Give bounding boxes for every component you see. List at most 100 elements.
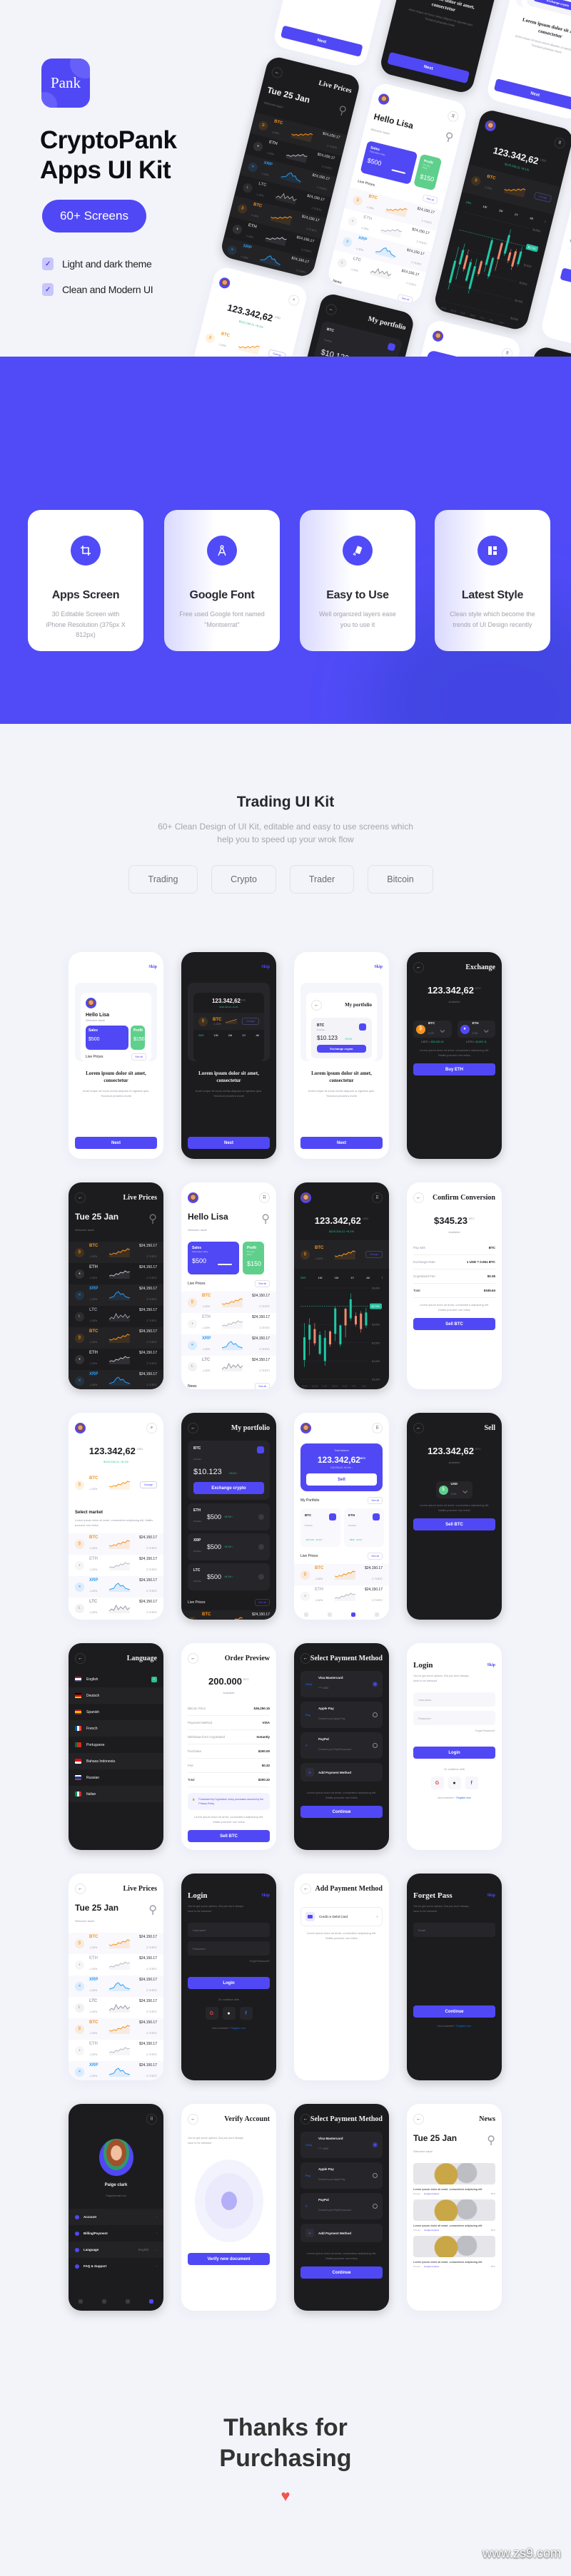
add-payment-method[interactable]: + Add Payment Method <box>300 2224 383 2242</box>
see-all-link[interactable]: See all <box>255 1280 270 1287</box>
sales-card[interactable]: Sales Total sales today $500 <box>188 1242 239 1274</box>
primary-button[interactable]: Sell BTC <box>413 1318 495 1330</box>
portfolio-row[interactable]: ETH Portfolio $500 +8.1% ↑ <box>188 1503 270 1530</box>
payment-option[interactable]: VISA Visa Mastercard **** 4569 <box>300 2132 383 2158</box>
skip-link[interactable]: Skip <box>261 1893 270 1898</box>
wallet-box[interactable]: ₿ BTC 0.00 ⌄ <box>413 1021 452 1038</box>
register-link[interactable]: Register now <box>456 2025 470 2028</box>
wallet-box[interactable]: ♦ ETH 0.00 ⌄ <box>457 1021 495 1038</box>
home-icon[interactable] <box>78 2299 83 2304</box>
portfolio-row[interactable]: LTC Portfolio $500 +8.1% ↑ <box>188 1563 270 1590</box>
coin-row[interactable]: ♦ ETH -1.32% $24,150.17 2.73 BTC <box>69 1263 163 1284</box>
coin-row[interactable]: ₿BTC-1.32%$24,150.172.73 BTC <box>69 1533 163 1555</box>
chart-tab[interactable]: 1Y <box>514 213 518 217</box>
coin-row[interactable]: Ł LTC -1.32% $24,150.17 2.73 BTC <box>69 1598 163 1619</box>
back-button[interactable]: ← <box>413 1422 424 1433</box>
language-item[interactable]: Portuguese <box>69 1737 163 1753</box>
home-icon[interactable] <box>303 1612 308 1617</box>
skip-link[interactable]: Skip <box>487 1893 495 1898</box>
chart-tab[interactable]: 1Y <box>350 1276 354 1279</box>
chart-tab[interactable]: All <box>530 216 534 220</box>
settings-icon[interactable]: ⫶ <box>545 220 546 223</box>
radio-button[interactable] <box>373 1682 378 1687</box>
wallet-icon[interactable] <box>101 2299 106 2304</box>
back-button[interactable]: ← <box>325 302 338 316</box>
see-all-link[interactable]: See all <box>255 1383 270 1389</box>
filter-icon[interactable]: ⚲ <box>148 1903 157 1917</box>
radio-button[interactable] <box>373 2204 378 2209</box>
skip-link[interactable]: Skip <box>148 965 157 969</box>
payment-option[interactable]: P PayPal Connect your PayPal account <box>300 2193 383 2219</box>
chart-tab[interactable]: 1M <box>498 208 503 213</box>
news-item[interactable]: Lorem ipsum dolor sit amet, consectetur … <box>413 2199 495 2232</box>
coin-row[interactable]: Ł LTC -1.32% $24,150.17 2.73 BTC <box>69 1306 163 1327</box>
portfolio-mini-card[interactable]: BTC Portfolio $10.123 +8.1% ↑ <box>300 1508 340 1547</box>
language-item[interactable]: Spanish <box>69 1704 163 1720</box>
primary-button[interactable]: Next <box>188 1137 270 1149</box>
change-button[interactable]: Change <box>365 1251 383 1258</box>
coin-row[interactable]: ₿BTC-1.32%$24,150.172.73 BTC <box>181 1292 276 1313</box>
register-link[interactable]: Register now <box>456 1796 470 1799</box>
news-item[interactable]: Lorem ipsum dolor sit amet, consectetur … <box>413 2236 495 2268</box>
avatar[interactable] <box>75 1422 86 1433</box>
payment-option[interactable]: P PayPal Connect your PayPal account <box>300 1732 383 1759</box>
chart-tab[interactable]: 24H <box>300 1276 305 1279</box>
news-item[interactable]: Lorem ipsum dolor sit amet, consectetur … <box>413 2163 495 2195</box>
menu-item[interactable]: Language English › <box>69 2242 163 2258</box>
primary-button[interactable]: Sell BTC <box>560 267 571 300</box>
password-field[interactable]: Password <box>413 1711 495 1725</box>
news-source[interactable]: Google Finance <box>424 2265 439 2268</box>
portfolio-mini-card[interactable]: ETH Portfolio $500 +8.1% <box>344 1508 384 1547</box>
search-icon[interactable]: ⌕ <box>146 1422 157 1433</box>
search-icon[interactable]: ⌕ <box>287 293 300 307</box>
language-item[interactable]: Bahasa Indonesia <box>69 1753 163 1769</box>
language-item[interactable]: Italian <box>69 1786 163 1802</box>
language-item[interactable]: English ✓ <box>69 1671 163 1687</box>
settings-icon[interactable]: ⫶ <box>382 1276 383 1279</box>
back-button[interactable]: ← <box>300 1652 310 1664</box>
see-all-link[interactable]: See all <box>422 194 439 205</box>
register-link[interactable]: Register now <box>231 2027 245 2030</box>
grid-icon[interactable]: ⠿ <box>259 1192 270 1203</box>
tag-bitcoin[interactable]: Bitcoin <box>368 865 433 894</box>
coin-row[interactable]: ✕ XRP -1.32% $24,150.17 2.73 BTC <box>69 2061 163 2080</box>
filter-icon[interactable]: ⚲ <box>261 1212 270 1226</box>
coin-row[interactable]: ₿BTC-1.32%$24,150.172.73 BTC <box>69 2018 163 2040</box>
email-field[interactable]: Email <box>413 1923 495 1937</box>
avatar[interactable] <box>188 1192 198 1203</box>
tag-trading[interactable]: Trading <box>128 865 198 894</box>
grid-icon[interactable]: ⠿ <box>553 136 567 150</box>
back-button[interactable]: ← <box>188 2113 198 2125</box>
primary-button[interactable]: Next <box>493 78 571 111</box>
password-field[interactable]: Password <box>188 1941 270 1956</box>
coin-row[interactable]: ₿BTC-1.32%$24,150.172.73 BTC <box>181 1610 276 1620</box>
chart-tab[interactable]: 24H <box>465 200 471 205</box>
primary-button[interactable]: Next <box>387 51 470 84</box>
portfolio-icon[interactable] <box>351 1612 356 1617</box>
avatar[interactable] <box>300 1422 311 1433</box>
radio-button[interactable] <box>373 2173 378 2178</box>
coin-row[interactable]: ₿BTC-1.32%$24,150.172.73 BTC <box>294 1564 389 1585</box>
see-all-link[interactable]: See all <box>397 293 414 305</box>
back-button[interactable]: ← <box>188 1422 198 1433</box>
filter-icon[interactable]: ⚲ <box>487 2133 495 2147</box>
grid-icon[interactable]: ⠿ <box>372 1422 383 1433</box>
back-button[interactable]: ← <box>300 1883 311 1894</box>
coin-row[interactable]: ✕ XRP -1.32% $24,150.17 2.73 BTC <box>69 1370 163 1389</box>
tag-crypto[interactable]: Crypto <box>211 865 276 894</box>
payment-option[interactable]: Pay Apple Pay Connect your Apple Pay <box>300 2162 383 2189</box>
coin-row[interactable]: ✕ XRP -1.32% $24,150.17 2.73 BTC <box>69 1284 163 1306</box>
chart-tab[interactable]: 1W <box>482 205 487 209</box>
portfolio-row[interactable]: XRP Portfolio $500 +8.1% ↑ <box>188 1533 270 1560</box>
coin-row[interactable]: ₿BTC-1.32%$24,150.172.73 BTC <box>69 1242 163 1263</box>
user-icon[interactable] <box>375 1612 380 1617</box>
back-button[interactable]: ← <box>271 66 284 79</box>
primary-button[interactable]: Sell BTC <box>413 1518 495 1530</box>
see-all-link[interactable]: See all <box>255 1599 270 1606</box>
primary-button[interactable]: Next <box>75 1137 157 1149</box>
coin-row[interactable]: ✕ XRP -1.32% $24,150.17 2.73 BTC <box>69 1576 163 1598</box>
radio-button[interactable] <box>373 1743 378 1748</box>
primary-button[interactable]: Buy ETH <box>413 1063 495 1075</box>
change-button[interactable]: Change <box>268 349 287 357</box>
back-button[interactable]: ← <box>75 1192 86 1203</box>
